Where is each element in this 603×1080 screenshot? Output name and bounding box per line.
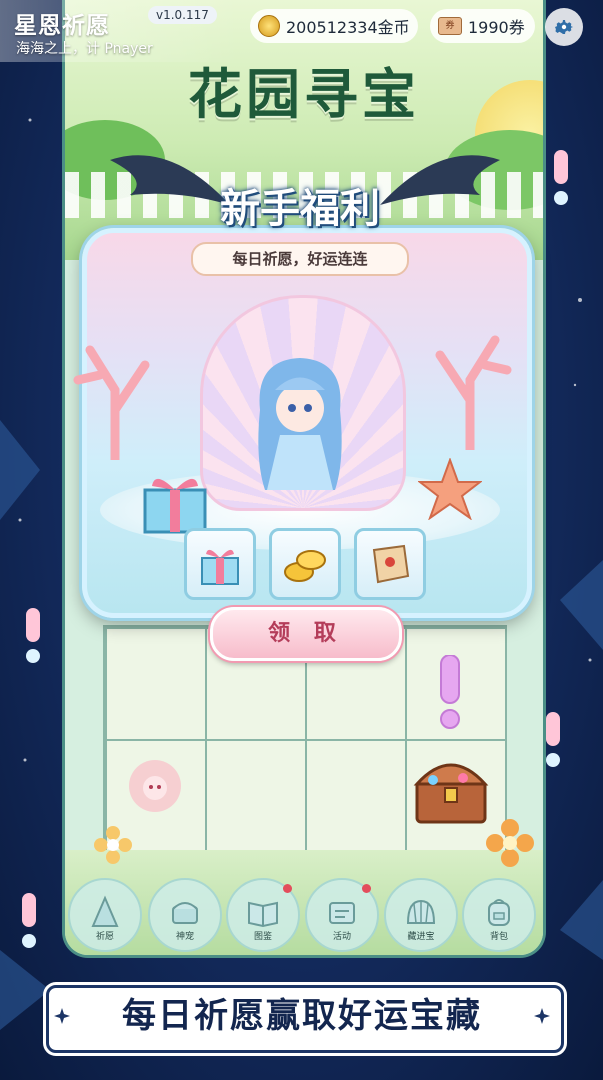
flower-decoration	[486, 819, 534, 867]
coral-right-decoration	[435, 335, 512, 450]
book-icon	[248, 901, 278, 928]
sparkle-icon	[534, 1008, 550, 1024]
shell-icon	[406, 899, 436, 924]
event-icon	[329, 902, 355, 924]
exclamation-hint-icon	[440, 655, 460, 729]
ticket-icon: 券	[438, 17, 462, 35]
wish-icon	[91, 895, 119, 927]
version-badge: v1.0.117	[148, 6, 217, 24]
pet-chest-icon	[172, 902, 198, 924]
nav-pet[interactable]: 神宠	[148, 878, 222, 952]
reward-slot[interactable]	[269, 528, 341, 600]
popup-subtitle: 每日祈愿，好运连连	[191, 242, 409, 276]
exclamation-icon	[26, 608, 40, 663]
app-title: 星恩祈愿	[14, 13, 110, 39]
gift-decoration	[143, 478, 207, 534]
nav-book[interactable]: 图鉴	[226, 878, 300, 952]
coral-left-decoration	[73, 345, 150, 460]
gear-icon	[555, 20, 573, 34]
settings-button[interactable]	[545, 8, 583, 46]
backpack-icon	[488, 899, 510, 926]
notification-badge	[283, 884, 292, 893]
player-subtitle: 海海之上，计 Pnayer	[16, 41, 153, 57]
nav-backpack[interactable]: 背包	[462, 878, 536, 952]
gift-box-icon	[201, 549, 239, 585]
flower-decoration	[94, 826, 132, 864]
exclamation-icon	[554, 150, 568, 205]
claim-button[interactable]: 领 取	[210, 607, 402, 661]
treasure-chest-icon[interactable]	[411, 752, 491, 827]
reward-slot[interactable]	[184, 528, 256, 600]
notification-badge	[362, 884, 371, 893]
nav-label: 神宠	[175, 932, 194, 942]
coral-spirit-icon[interactable]	[120, 748, 190, 823]
gold-coins-icon	[284, 550, 326, 582]
nav-label: 藏进宝	[407, 932, 435, 942]
gold-amount: 200512334金币	[286, 18, 410, 37]
nav-label: 祈愿	[95, 932, 114, 942]
nav-shell[interactable]: 藏进宝	[384, 878, 458, 952]
exclamation-icon	[22, 893, 36, 948]
nav-wish[interactable]: 祈愿	[68, 878, 142, 952]
nav-label: 图鉴	[253, 932, 272, 942]
sparkle-icon	[54, 1008, 70, 1024]
nav-label: 背包	[489, 932, 508, 942]
reward-slot[interactable]	[354, 528, 426, 600]
ticket-balance[interactable]: 券 1990券	[430, 9, 535, 43]
gold-coin-icon	[258, 15, 280, 37]
nav-label: 活动	[332, 932, 351, 942]
starfish-decoration	[418, 458, 482, 520]
ticket-amount: 1990券	[468, 18, 525, 37]
promo-banner-text: 每日祈愿赢取好运宝藏	[122, 996, 482, 1036]
treasure-map-icon	[372, 544, 410, 584]
nav-event[interactable]: 活动	[305, 878, 379, 952]
popup-title: 新手福利	[220, 186, 380, 232]
mermaid-girl-character	[258, 358, 342, 490]
gold-balance[interactable]: 200512334金币	[250, 9, 418, 43]
